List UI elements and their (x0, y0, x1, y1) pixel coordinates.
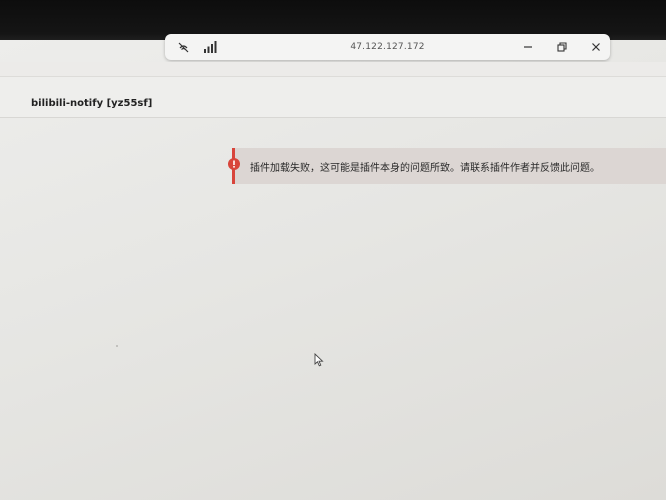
restore-icon[interactable] (556, 41, 568, 53)
minimize-icon[interactable] (522, 41, 534, 53)
alert-message: 插件加载失败，这可能是插件本身的问题所致。请联系插件作者并反馈此问题。 (250, 163, 600, 174)
plugin-title: bilibili-notify [yz55sf] (31, 98, 153, 109)
page-top-strip (0, 62, 666, 77)
remote-desktop-titlebar[interactable]: 47.122.127.172 (165, 34, 610, 60)
mouse-cursor-icon (314, 353, 324, 367)
error-alert: 插件加载失败，这可能是插件本身的问题所致。请联系插件作者并反馈此问题。 (228, 148, 666, 184)
window-controls (522, 34, 602, 60)
plugin-header: bilibili-notify [yz55sf] (0, 77, 666, 118)
close-icon[interactable] (590, 41, 602, 53)
error-icon (228, 158, 240, 170)
screen-speck (116, 345, 118, 347)
